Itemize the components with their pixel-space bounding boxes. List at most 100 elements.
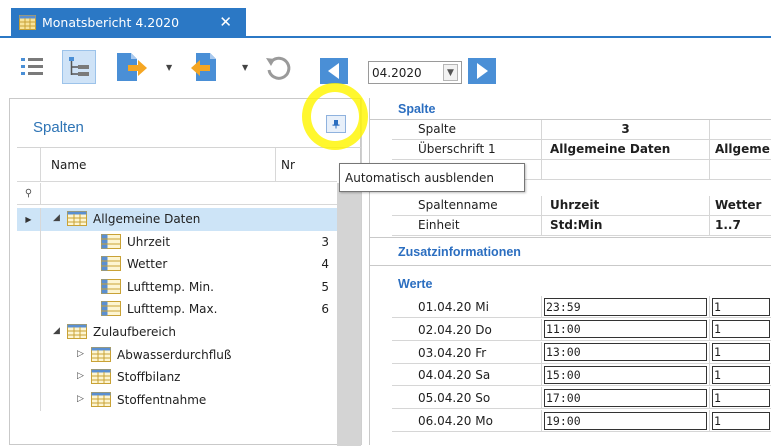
werte-row[interactable]: 02.04.20 Do 11:00 1	[392, 318, 771, 341]
werte-row[interactable]: 05.04.20 So 17:00 1	[392, 387, 771, 410]
tree-row[interactable]: ▷ Stoffentnahme	[17, 388, 337, 412]
tree-label: Stoffbilanz	[117, 370, 181, 385]
werte-time-cell[interactable]: 15:00	[542, 364, 710, 386]
expanded-icon[interactable]: ◢	[53, 326, 60, 336]
werte-time-input[interactable]: 13:00	[544, 343, 707, 362]
werte-time-cell[interactable]: 19:00	[542, 410, 710, 431]
tree-label: Allgemeine Daten	[93, 212, 201, 226]
section-werte[interactable]: Werte	[370, 274, 771, 294]
section-zusatzinformationen[interactable]: Zusatzinformationen	[370, 242, 771, 262]
collapsed-icon[interactable]: ▷	[77, 371, 84, 381]
werte-value-cell[interactable]: 1	[710, 364, 771, 385]
panel-title: Spalten	[33, 119, 84, 136]
werte-value-cell[interactable]: 1	[710, 387, 771, 408]
tree-row[interactable]: Wetter 4	[17, 253, 337, 276]
werte-row[interactable]: 06.04.20 Mo 19:00 1	[392, 410, 771, 432]
table-grid-icon	[91, 391, 111, 407]
prop-key: Einheit	[392, 216, 542, 235]
tree-row[interactable]: ▷ Abwasserdurchfluß	[17, 343, 337, 367]
table-grid-icon	[91, 369, 111, 385]
tree-row[interactable]: ▷ Stoffbilanz	[17, 366, 337, 389]
werte-time-cell[interactable]: 13:00	[542, 341, 710, 363]
werte-date: 02.04.20 Do	[392, 318, 542, 340]
werte-time-cell[interactable]: 11:00	[542, 318, 710, 340]
previous-month-icon[interactable]	[320, 58, 348, 84]
period-select[interactable]: 04.2020 ▼	[368, 61, 462, 84]
prop-row-einheit[interactable]: Einheit Std:Min 1..7	[392, 216, 771, 236]
scrollbar[interactable]	[337, 183, 361, 446]
werte-time-input[interactable]: 19:00	[544, 411, 707, 430]
tree-nr: 4	[321, 257, 329, 272]
tab-monatsbericht[interactable]: Monatsbericht 4.2020 ✕	[11, 8, 246, 37]
expanded-icon[interactable]: ◢	[53, 213, 60, 223]
tree-row[interactable]: ◢ Zulaufbereich	[17, 320, 337, 344]
section-spalte[interactable]: Spalte	[370, 99, 771, 119]
tree-label: Wetter	[127, 257, 168, 272]
tree-row[interactable]: ▶ ◢ Allgemeine Daten	[17, 208, 337, 231]
werte-value-input[interactable]: 1	[712, 388, 770, 407]
divider	[370, 265, 771, 266]
prop-value-2	[710, 160, 771, 179]
close-icon[interactable]: ✕	[219, 13, 232, 31]
prop-row-spaltenname[interactable]: Spaltenname Uhrzeit Wetter	[392, 196, 771, 216]
werte-time-cell[interactable]: 23:59	[542, 296, 710, 317]
table-grid-icon	[91, 346, 111, 362]
werte-time-cell[interactable]: 17:00	[542, 387, 710, 409]
tree-label: Stoffentnahme	[117, 392, 207, 407]
filter-row[interactable]: ⚲	[17, 183, 337, 205]
werte-date: 03.04.20 Fr	[392, 341, 542, 363]
list-view-icon[interactable]	[20, 55, 44, 79]
collapsed-icon[interactable]: ▷	[77, 349, 84, 359]
column-icon	[101, 256, 121, 272]
werte-value-input[interactable]: 1	[712, 411, 770, 430]
panel-splitter[interactable]	[361, 98, 369, 445]
table-grid-icon	[67, 211, 87, 226]
tree-row[interactable]: Lufttemp. Max. 6	[17, 298, 337, 321]
column-header-name[interactable]: Name	[41, 148, 276, 181]
prop-row-ueberschrift[interactable]: Überschrift 1 Allgemeine Daten Allgeme	[392, 140, 771, 160]
tree-row[interactable]: Lufttemp. Min. 5	[17, 275, 337, 299]
import-document-icon[interactable]	[188, 51, 224, 83]
prop-value: Std:Min	[542, 216, 710, 235]
column-icon	[101, 301, 121, 317]
row-indicator-header	[17, 148, 41, 181]
prop-value	[542, 160, 710, 179]
grid-header: Name Nr	[17, 148, 337, 182]
tree-label: Abwasserdurchfluß	[117, 347, 232, 362]
werte-row[interactable]: 03.04.20 Fr 13:00 1	[392, 341, 771, 364]
prop-row-spalte[interactable]: Spalte 3	[392, 120, 771, 140]
tree-row[interactable]: Uhrzeit 3	[17, 230, 337, 254]
tree-view-button[interactable]	[62, 50, 96, 84]
chevron-down-icon[interactable]: ▼	[443, 64, 458, 81]
auto-hide-pin-button[interactable]	[326, 115, 346, 133]
collapsed-icon[interactable]: ▷	[77, 394, 84, 404]
werte-time-input[interactable]: 23:59	[544, 297, 707, 316]
werte-time-input[interactable]: 15:00	[544, 365, 707, 384]
export-dropdown-icon[interactable]: ▼	[166, 63, 172, 72]
column-tree: ▶ ◢ Allgemeine Daten Uhrzeit 3 Wetter 4 Lufttem…	[17, 208, 337, 412]
werte-value-cell[interactable]: 1	[710, 296, 771, 317]
werte-value-cell[interactable]: 1	[710, 342, 771, 363]
werte-value-input[interactable]: 1	[712, 343, 770, 362]
column-header-nr[interactable]: Nr	[276, 148, 336, 181]
werte-value-cell[interactable]: 1	[710, 410, 771, 431]
columns-grid: Name Nr ⚲ ▶ ◢ Allgemeine Daten Uhrzeit 3 Wett…	[17, 147, 362, 446]
werte-time-input[interactable]: 17:00	[544, 388, 707, 407]
tooltip: Automatisch ausblenden	[339, 163, 525, 192]
werte-row[interactable]: 01.04.20 Mi 23:59 1	[392, 296, 771, 318]
filter-icon: ⚲	[17, 183, 41, 204]
row-indicator	[17, 253, 41, 276]
period-value: 04.2020	[372, 65, 422, 80]
werte-value-input[interactable]: 1	[712, 320, 770, 339]
prop-value: 3	[542, 120, 710, 139]
werte-value-cell[interactable]: 1	[710, 319, 771, 340]
werte-value-input[interactable]: 1	[712, 365, 770, 384]
import-dropdown-icon[interactable]: ▼	[242, 63, 248, 72]
werte-time-input[interactable]: 11:00	[544, 320, 707, 339]
werte-value-input[interactable]: 1	[712, 297, 770, 316]
next-month-icon[interactable]	[468, 58, 496, 84]
undo-icon[interactable]	[264, 54, 294, 82]
werte-row[interactable]: 04.04.20 Sa 15:00 1	[392, 364, 771, 387]
export-document-icon[interactable]	[114, 51, 148, 83]
row-indicator	[17, 388, 41, 412]
